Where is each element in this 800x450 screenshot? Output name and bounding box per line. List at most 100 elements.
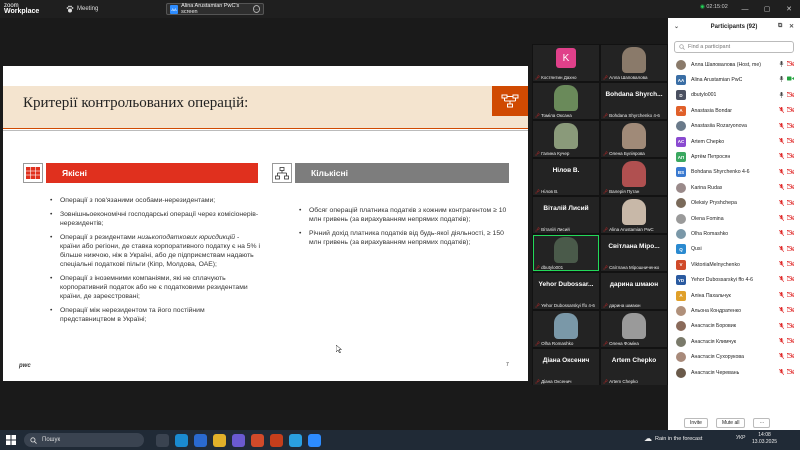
- powerpoint-icon[interactable]: [270, 433, 283, 447]
- video-tile[interactable]: Artem Chepko 🎤︎ Artem Chepko: [601, 349, 667, 385]
- mic-muted-icon[interactable]: [778, 260, 785, 269]
- mic-muted-icon[interactable]: [778, 183, 785, 192]
- participant-row[interactable]: Oleksiy Pryshchepa: [668, 196, 800, 211]
- video-tile[interactable]: дарина шмаюн 🎤︎ дарина шмаюн: [601, 273, 667, 309]
- video-tile[interactable]: 🎤︎ Томіла Оксана: [533, 83, 599, 119]
- video-tile[interactable]: 🎤︎ Олена Буліярова: [601, 121, 667, 157]
- video-tile[interactable]: Віталій Лисий 🎤︎ Віталій Лисий: [533, 197, 599, 233]
- participant-row[interactable]: A Anastasia Bondar: [668, 103, 800, 118]
- video-tile[interactable]: Yehor Dubossar... 🎤︎ Yehor Dubossarskyi ff…: [533, 273, 599, 309]
- participant-row[interactable]: Ddbutylo001: [668, 88, 800, 103]
- mic-muted-icon[interactable]: [778, 168, 785, 177]
- video-off-icon[interactable]: [786, 122, 795, 131]
- video-camera-icon[interactable]: [787, 76, 794, 84]
- close-panel-icon[interactable]: ✕: [789, 23, 794, 30]
- chevron-down-icon[interactable]: ⌄: [674, 23, 679, 30]
- participant-row[interactable]: Анастасія Климчук: [668, 334, 800, 349]
- mic-muted-icon[interactable]: [778, 230, 785, 238]
- participant-row[interactable]: А Аліна Пахальчук: [668, 288, 800, 303]
- video-off-icon[interactable]: [786, 106, 795, 115]
- video-off-icon[interactable]: [786, 307, 795, 315]
- video-tile[interactable]: 🎤︎ Olha Romashko: [533, 311, 599, 347]
- video-off-icon[interactable]: [786, 183, 795, 192]
- minimize-icon[interactable]: —: [734, 0, 756, 18]
- participant-row[interactable]: Olena Fomina: [668, 211, 800, 226]
- invite-button[interactable]: Invite: [684, 418, 708, 428]
- video-off-icon[interactable]: [786, 291, 795, 300]
- participant-row[interactable]: Анастасія Боровик: [668, 319, 800, 334]
- video-off-icon[interactable]: [786, 137, 795, 146]
- video-off-icon[interactable]: [786, 91, 795, 100]
- video-off-icon[interactable]: [786, 337, 795, 346]
- video-tile[interactable]: Світлана Міро... 🎤︎ Світлана Мірошниченко: [601, 235, 667, 271]
- video-tile[interactable]: Діана Оксенич 🎤︎ Діана Оксенич: [533, 349, 599, 385]
- edge-icon[interactable]: [175, 433, 188, 447]
- video-off-icon[interactable]: [786, 199, 795, 208]
- video-off-icon[interactable]: [786, 368, 795, 377]
- mic-muted-icon[interactable]: [778, 153, 785, 161]
- more-button[interactable]: ···: [753, 418, 771, 428]
- mic-muted-icon[interactable]: [778, 137, 785, 146]
- video-off-icon[interactable]: [786, 276, 795, 284]
- language-indicator[interactable]: УКР: [736, 435, 745, 441]
- zoom-icon[interactable]: [308, 433, 321, 447]
- participant-row[interactable]: Karina Rudas: [668, 180, 800, 195]
- video-tile[interactable]: 🎤︎ Валерія Путан: [601, 159, 667, 195]
- video-off-icon[interactable]: [786, 60, 795, 69]
- video-tile[interactable]: 🎤︎ dbutylo001: [533, 235, 599, 271]
- weather-widget[interactable]: ☁ Rain in the forecast: [644, 434, 702, 443]
- participant-row[interactable]: Альона Кондратенко: [668, 303, 800, 318]
- video-tile[interactable]: 🎤︎ Галина Кучер: [533, 121, 599, 157]
- mic-muted-icon[interactable]: [778, 245, 785, 254]
- mic-muted-icon[interactable]: [778, 276, 785, 284]
- chrome-icon[interactable]: [251, 433, 264, 447]
- video-off-icon[interactable]: [786, 260, 795, 269]
- participant-row[interactable]: V ViktoriiaMelnychenko: [668, 257, 800, 272]
- participant-row[interactable]: YD Yehor Dubossarskyi ffo 4-6: [668, 272, 800, 287]
- mic-muted-icon[interactable]: [778, 322, 785, 331]
- screen-share-indicator[interactable]: AA Alina Arustamian PwC's screen ···: [166, 3, 264, 15]
- mic-muted-icon[interactable]: [778, 337, 785, 346]
- video-tile[interactable]: 🎤︎ Олена Фоміна: [601, 311, 667, 347]
- participant-row[interactable]: Olha Romashko: [668, 226, 800, 241]
- participant-row[interactable]: AA Alina Arustamian PwC: [668, 72, 800, 87]
- participant-row[interactable]: Анастасія Черевань: [668, 365, 800, 380]
- video-off-icon[interactable]: [786, 153, 795, 161]
- video-off-icon[interactable]: [786, 353, 795, 361]
- video-tile[interactable]: 🎤︎ Алла Шаповалова: [601, 45, 667, 81]
- participant-row[interactable]: Q Qusi: [668, 242, 800, 257]
- meeting-menu-button[interactable]: Meeting: [66, 5, 98, 13]
- participant-search[interactable]: [674, 41, 794, 53]
- maximize-icon[interactable]: ▢: [756, 0, 778, 18]
- popout-icon[interactable]: ⧉: [778, 23, 782, 30]
- mic-muted-icon[interactable]: [778, 214, 785, 223]
- video-tile[interactable]: K 🎤︎ Костянтин Дахно: [533, 45, 599, 81]
- video-off-icon[interactable]: [786, 168, 795, 177]
- participant-row[interactable]: BS Bohdana Shyrchenko 4-6: [668, 165, 800, 180]
- participant-row[interactable]: АП Артём Петросян: [668, 149, 800, 164]
- mic-muted-icon[interactable]: [778, 122, 785, 131]
- video-tile[interactable]: Bohdana Shyrch... 🎤︎ Bohdana Shyrchenko 4-…: [601, 83, 667, 119]
- mic-muted-icon[interactable]: [778, 307, 785, 315]
- video-tile[interactable]: Нілов В. 🎤︎ Нілов В.: [533, 159, 599, 195]
- store-icon[interactable]: [194, 433, 207, 447]
- participant-row[interactable]: AC Artem Chepko: [668, 134, 800, 149]
- close-icon[interactable]: ✕: [778, 0, 800, 18]
- mic-icon[interactable]: [779, 61, 784, 69]
- video-tile[interactable]: 🎤︎ Alina Arustamian PwC: [601, 197, 667, 233]
- more-options-icon[interactable]: ···: [252, 5, 260, 13]
- mic-muted-icon[interactable]: [778, 353, 785, 361]
- video-off-icon[interactable]: [786, 230, 795, 238]
- video-off-icon[interactable]: [786, 214, 795, 223]
- mic-muted-icon[interactable]: [778, 199, 785, 208]
- taskbar-search[interactable]: Пошук: [24, 433, 144, 447]
- mic-icon[interactable]: [779, 91, 784, 100]
- video-off-icon[interactable]: [786, 245, 795, 254]
- teams-icon[interactable]: [232, 433, 245, 447]
- taskbar-clock[interactable]: 14:08 13.03.2025: [752, 432, 777, 446]
- participant-row[interactable]: Anastasiia Rozaryonova: [668, 119, 800, 134]
- task-view-icon[interactable]: [156, 433, 169, 447]
- mic-icon[interactable]: [779, 76, 784, 84]
- participant-search-input[interactable]: [688, 44, 788, 50]
- telegram-icon[interactable]: [289, 433, 302, 447]
